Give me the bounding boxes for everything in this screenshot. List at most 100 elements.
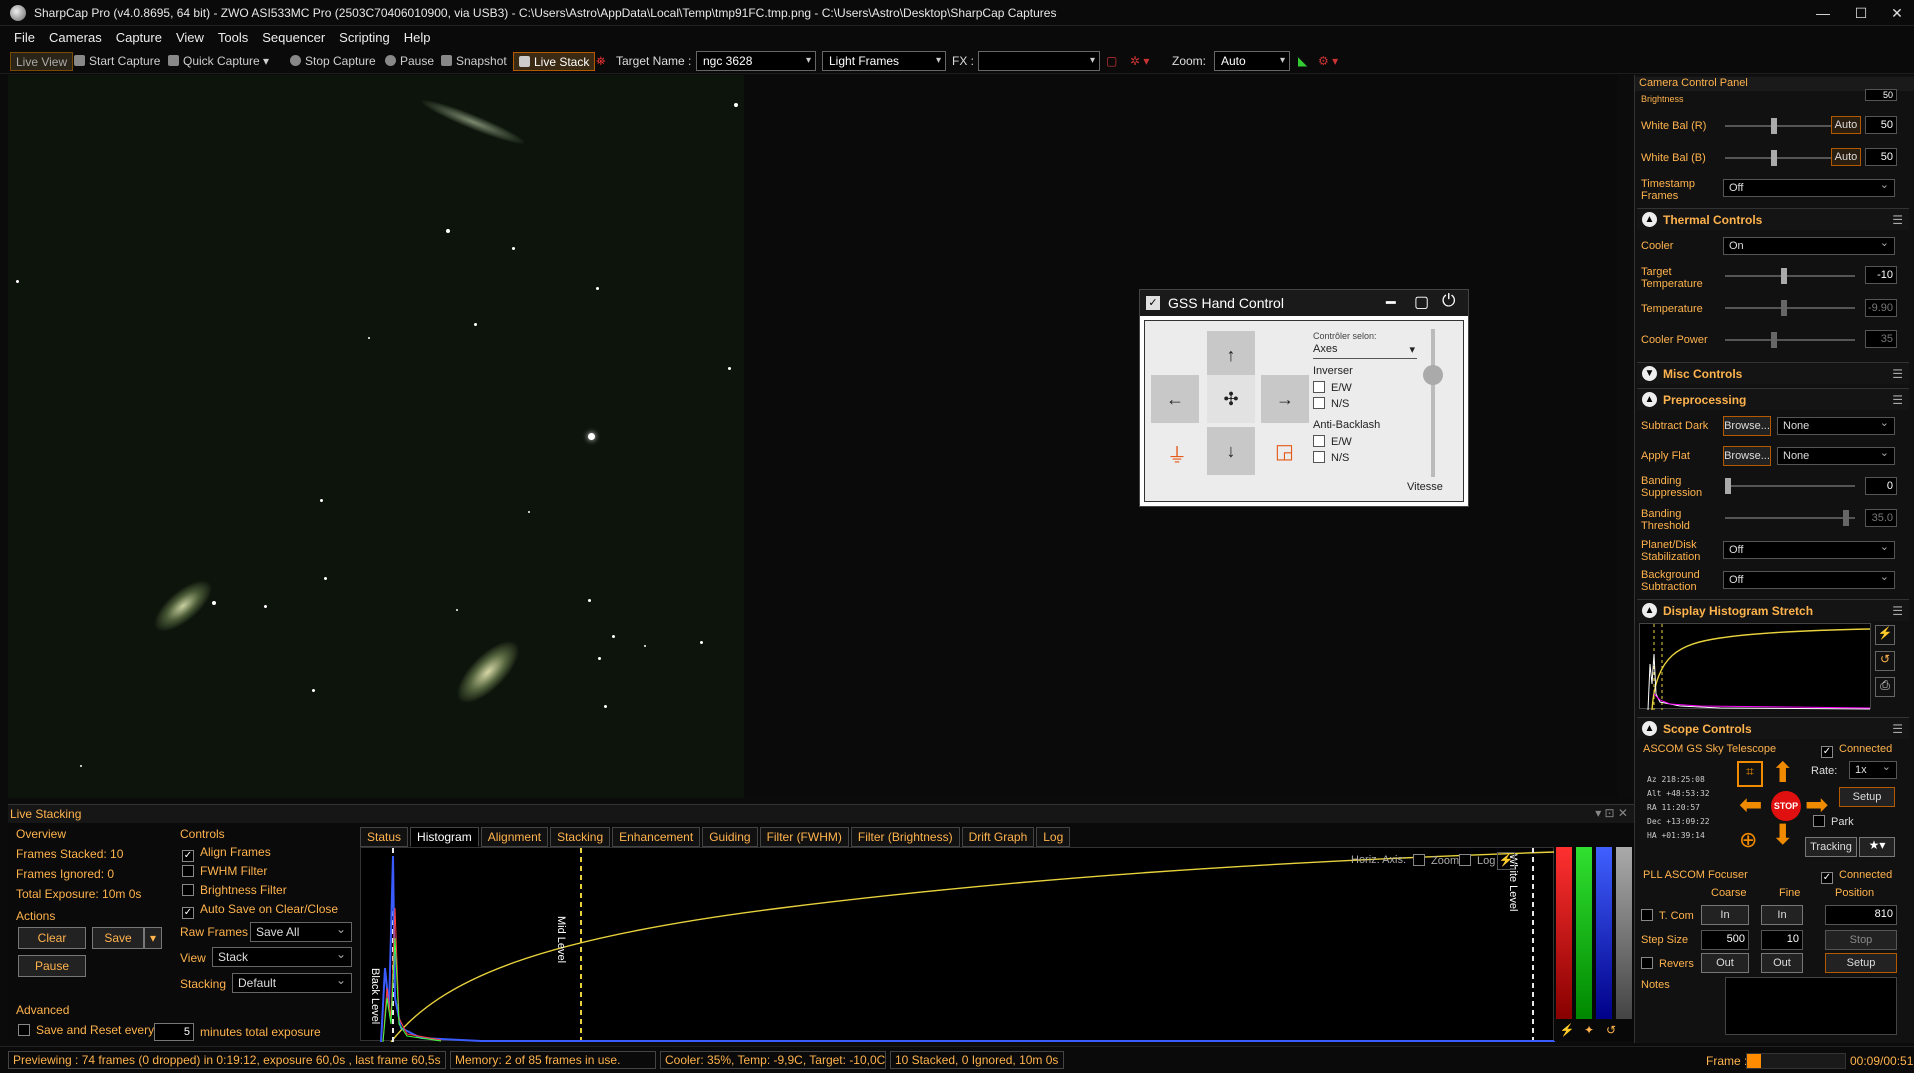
- minimize-icon[interactable]: ━: [1386, 293, 1396, 313]
- reset-stretch-icon[interactable]: ↺: [1875, 651, 1895, 671]
- coarse-out-button[interactable]: Out: [1701, 953, 1749, 973]
- menu-icon[interactable]: ☰: [1892, 367, 1903, 381]
- move-up-button[interactable]: ↑: [1207, 331, 1255, 379]
- menu-cameras[interactable]: Cameras: [49, 30, 102, 45]
- slew-icon[interactable]: ⌗: [1737, 761, 1763, 787]
- scope-stop-button[interactable]: STOP: [1771, 791, 1801, 821]
- menu-capture[interactable]: Capture: [116, 30, 162, 45]
- target-temp-slider[interactable]: [1725, 268, 1855, 284]
- collapse-icon[interactable]: ▲: [1642, 603, 1657, 618]
- controller-select[interactable]: Axes ▾: [1313, 343, 1417, 359]
- menu-tools[interactable]: Tools: [218, 30, 248, 45]
- luminance-level-slider[interactable]: [1616, 847, 1632, 1019]
- color-balance-sliders[interactable]: ⚡ ✦ ↺: [1554, 847, 1634, 1041]
- pause-button[interactable]: Pause: [385, 52, 434, 71]
- invert-ew-checkbox[interactable]: E/W: [1313, 381, 1352, 394]
- browse-flat-button[interactable]: Browse...: [1723, 446, 1771, 466]
- locate-icon[interactable]: ⊕: [1739, 827, 1757, 853]
- autosave-checkbox[interactable]: ✓ Auto Save on Clear/Close: [182, 902, 338, 919]
- sparkle-icon[interactable]: ✦: [1580, 1023, 1598, 1041]
- pause-button[interactable]: Pause: [18, 955, 86, 977]
- browse-dark-button[interactable]: Browse...: [1723, 416, 1771, 436]
- panel-close-icon[interactable]: ▾ ⊡ ✕: [1595, 806, 1628, 820]
- speed-slider[interactable]: [1431, 329, 1435, 477]
- tracking-mode-star-icon[interactable]: ★▾: [1859, 837, 1895, 857]
- save-reset-checkbox[interactable]: Save and Reset every: [18, 1023, 154, 1037]
- auto-stretch-icon[interactable]: ⚡: [1875, 625, 1895, 645]
- move-left-button[interactable]: ←: [1151, 375, 1199, 423]
- frame-type-combo[interactable]: Light Frames: [822, 51, 946, 71]
- focuser-position-value[interactable]: 810: [1825, 905, 1897, 925]
- coarse-in-button[interactable]: In: [1701, 905, 1749, 925]
- green-level-slider[interactable]: [1576, 847, 1592, 1019]
- timestamp-select[interactable]: Off: [1723, 177, 1895, 197]
- target-name-combo[interactable]: ngc 3628: [696, 51, 816, 71]
- scope-connected-checkbox[interactable]: ✓ Connected: [1821, 743, 1892, 758]
- reset-icon[interactable]: ↺: [1602, 1023, 1620, 1041]
- brightness-filter-checkbox[interactable]: Brightness Filter: [182, 883, 287, 897]
- menu-icon[interactable]: ☰: [1892, 393, 1903, 407]
- menu-icon[interactable]: ☰: [1892, 213, 1903, 227]
- save-reset-minutes[interactable]: 5: [154, 1023, 194, 1041]
- dark-select[interactable]: None: [1777, 415, 1895, 435]
- clear-button[interactable]: Clear: [18, 927, 86, 949]
- histogram-icon[interactable]: ◣: [1298, 52, 1307, 71]
- save-button[interactable]: Save: [92, 927, 144, 949]
- wb-r-slider-handle[interactable]: [1771, 118, 1777, 134]
- live-stack-button[interactable]: Live Stack: [513, 52, 596, 71]
- menu-view[interactable]: View: [176, 30, 204, 45]
- close-button[interactable]: ✕: [1882, 3, 1912, 23]
- tab-guiding[interactable]: Guiding: [702, 827, 758, 847]
- menu-help[interactable]: Help: [404, 30, 431, 45]
- temp-comp-checkbox[interactable]: T. Com: [1641, 909, 1694, 922]
- start-capture-button[interactable]: Start Capture: [74, 52, 160, 71]
- gss-enable-checkbox[interactable]: ✓: [1146, 296, 1160, 310]
- auto-color-icon[interactable]: ⚡: [1558, 1023, 1576, 1041]
- planet-stabilization-select[interactable]: Off: [1723, 539, 1895, 559]
- minimize-button[interactable]: —: [1808, 3, 1838, 23]
- tab-alignment[interactable]: Alignment: [480, 827, 549, 847]
- scope-setup-button[interactable]: Setup: [1839, 787, 1895, 807]
- reverse-checkbox[interactable]: Revers: [1641, 957, 1694, 970]
- tab-filter-brightness[interactable]: Filter (Brightness): [850, 827, 960, 847]
- tab-histogram[interactable]: Histogram: [410, 827, 479, 847]
- histogram-stretch-header[interactable]: ▲ Display Histogram Stretch ☰: [1637, 599, 1909, 621]
- zoom-checkbox[interactable]: Zoom: [1413, 854, 1459, 867]
- wb-b-value[interactable]: 50: [1865, 148, 1897, 166]
- stacking-select[interactable]: Default: [232, 971, 352, 993]
- image-scrollbar[interactable]: [1618, 75, 1634, 798]
- histogram-stretch-graph[interactable]: [1639, 623, 1871, 711]
- tab-log[interactable]: Log: [1036, 827, 1071, 847]
- view-select[interactable]: Stack: [212, 945, 352, 967]
- collapse-icon[interactable]: ▲: [1642, 721, 1657, 736]
- speed-slider-handle[interactable]: [1423, 365, 1443, 385]
- plug-icon[interactable]: ⏚: [1167, 439, 1187, 468]
- backlash-ns-checkbox[interactable]: N/S: [1313, 451, 1349, 464]
- scope-west-button[interactable]: ⬅: [1739, 791, 1762, 819]
- spiral-icon[interactable]: ◲: [1275, 439, 1294, 464]
- wb-r-value[interactable]: 50: [1865, 116, 1897, 134]
- focuser-stop-button[interactable]: Stop: [1825, 930, 1897, 950]
- fine-in-button[interactable]: In: [1761, 905, 1803, 925]
- tab-stacking[interactable]: Stacking: [550, 827, 611, 847]
- scope-south-button[interactable]: ⬇: [1771, 821, 1794, 849]
- target-temp-slider-handle[interactable]: [1781, 268, 1787, 284]
- focuser-setup-button[interactable]: Setup: [1825, 953, 1897, 973]
- target-temp-value[interactable]: -10: [1865, 266, 1897, 284]
- maximize-icon[interactable]: ▢: [1414, 292, 1429, 312]
- cooler-select[interactable]: On: [1723, 235, 1895, 255]
- banding-suppression-slider-handle[interactable]: [1725, 478, 1731, 494]
- flat-select[interactable]: None: [1777, 445, 1895, 465]
- scope-controls-header[interactable]: ▲ Scope Controls ☰: [1637, 717, 1909, 739]
- wb-b-auto-button[interactable]: Auto: [1831, 148, 1861, 166]
- fine-step-value[interactable]: 10: [1761, 930, 1803, 950]
- wb-r-auto-button[interactable]: Auto: [1831, 116, 1861, 134]
- rate-select[interactable]: 1x: [1849, 759, 1897, 779]
- menu-icon[interactable]: ☰: [1892, 604, 1903, 618]
- focuser-connected-checkbox[interactable]: ✓ Connected: [1821, 869, 1892, 884]
- power-icon[interactable]: ⏻: [1442, 291, 1455, 311]
- blue-level-slider[interactable]: [1596, 847, 1612, 1019]
- park-checkbox[interactable]: Park: [1813, 815, 1854, 828]
- settings-gear-icon[interactable]: ⚙ ▾: [1318, 52, 1338, 71]
- expand-icon[interactable]: ▼: [1642, 366, 1657, 381]
